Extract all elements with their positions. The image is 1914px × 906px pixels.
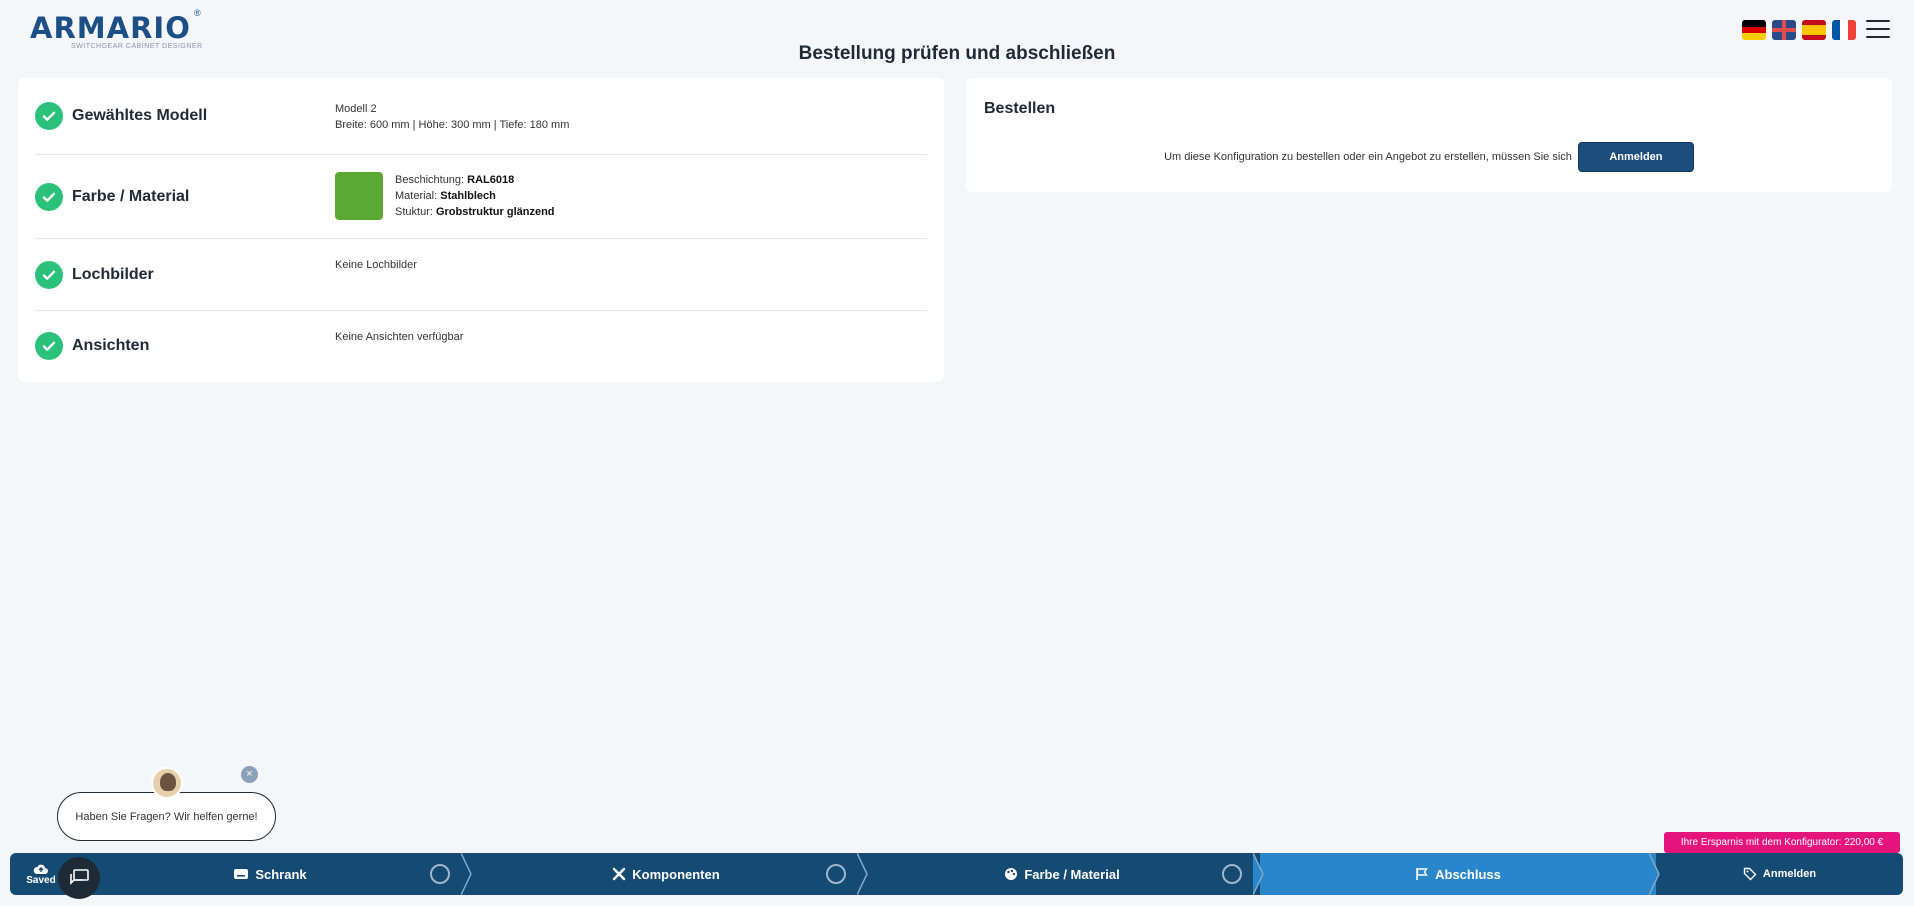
step-done-check-icon xyxy=(1222,864,1242,884)
review-label: Farbe / Material xyxy=(72,187,190,205)
chat-close-icon[interactable]: × xyxy=(241,766,258,783)
step-abschluss[interactable]: Abschluss xyxy=(1260,853,1660,895)
chat-launcher-button[interactable] xyxy=(58,857,100,899)
logo-wordmark: ARMARIO xyxy=(30,11,191,45)
check-circle-icon xyxy=(35,182,63,211)
step-separator xyxy=(461,853,472,895)
check-circle-icon xyxy=(35,260,63,289)
material-label: Material: xyxy=(395,190,438,202)
logo-registered-mark: ® xyxy=(194,8,201,18)
check-circle-icon xyxy=(35,102,63,130)
review-row-model: Gewähltes Modell Modell 2 Breite: 600 mm… xyxy=(35,78,927,155)
color-swatch xyxy=(335,172,383,220)
review-label: Ansichten xyxy=(72,337,150,354)
page-title: Bestellung prüfen und abschließen xyxy=(798,43,1116,64)
step-anmelden[interactable]: Anmelden xyxy=(1656,853,1903,895)
tools-icon xyxy=(613,867,626,881)
model-name: Modell 2 xyxy=(335,103,377,115)
cloud-upload-icon xyxy=(33,864,48,874)
review-value: Keine Lochbilder xyxy=(335,259,417,271)
step-label: Anmelden xyxy=(1762,868,1817,880)
review-label: Lochbilder xyxy=(72,265,154,283)
order-title: Bestellen xyxy=(984,100,1056,117)
chat-bubble[interactable]: Haben Sie Fragen? Wir helfen gerne! xyxy=(57,792,276,841)
menu-icon[interactable] xyxy=(1866,20,1890,38)
review-card: Gewähltes Modell Modell 2 Breite: 600 mm… xyxy=(18,78,944,382)
structure-label: Stuktur: xyxy=(395,206,433,218)
order-login-message: Um diese Konfiguration zu bestellen oder… xyxy=(1164,151,1572,163)
flag-en-icon[interactable] xyxy=(1772,20,1796,40)
tag-icon xyxy=(1743,867,1757,881)
palette-icon xyxy=(1005,868,1018,880)
check-circle-icon xyxy=(35,332,63,360)
step-done-check-icon xyxy=(430,864,450,884)
flag-fr-icon[interactable] xyxy=(1832,20,1856,40)
step-label: Farbe / Material xyxy=(1024,866,1120,882)
language-switcher xyxy=(1742,20,1856,40)
coating-value: RAL6018 xyxy=(467,174,515,186)
flag-de-icon[interactable] xyxy=(1742,20,1766,40)
color-details: Beschichtung: RAL6018 Material: Stahlble… xyxy=(395,172,555,238)
step-separator xyxy=(857,853,868,895)
review-row-holes: Lochbilder Keine Lochbilder xyxy=(35,239,927,311)
step-schrank[interactable]: Schrank xyxy=(72,853,472,895)
review-value: Modell 2 Breite: 600 mm | Höhe: 300 mm |… xyxy=(335,78,569,154)
step-farbe-material[interactable]: Farbe / Material xyxy=(864,853,1264,895)
flag-icon xyxy=(1416,868,1428,880)
step-separator xyxy=(1649,853,1660,895)
saved-label: Saved xyxy=(26,874,56,886)
savings-badge: Ihre Ersparnis mit dem Konfigurator: 220… xyxy=(1664,832,1900,853)
chat-icon xyxy=(70,869,89,885)
material-value: Stahlblech xyxy=(440,190,496,202)
step-komponenten[interactable]: Komponenten xyxy=(468,853,868,895)
structure-value: Grobstruktur glänzend xyxy=(435,206,555,218)
step-separator xyxy=(1253,853,1264,895)
step-label: Schrank xyxy=(255,866,307,882)
order-card: Bestellen Um diese Konfiguration zu best… xyxy=(966,78,1892,192)
review-value: Keine Ansichten verfügbar xyxy=(335,331,464,343)
model-dimensions: Breite: 600 mm | Höhe: 300 mm | Tiefe: 1… xyxy=(335,119,570,131)
step-bar: Saved Schrank Komponenten Farbe / Materi… xyxy=(10,853,1903,895)
flag-es-icon[interactable] xyxy=(1802,20,1826,40)
step-label: Abschluss xyxy=(1435,866,1501,882)
login-button[interactable]: Anmelden xyxy=(1577,142,1694,172)
support-avatar xyxy=(151,767,183,799)
coating-label: Beschichtung: xyxy=(395,174,465,186)
step-label: Komponenten xyxy=(632,866,720,882)
step-done-check-icon xyxy=(826,864,846,884)
review-label: Gewähltes Modell xyxy=(72,107,208,124)
review-row-color: Farbe / Material Beschichtung: RAL6018 M… xyxy=(35,155,927,239)
review-row-views: Ansichten Keine Ansichten verfügbar xyxy=(35,311,927,381)
keyboard-icon xyxy=(234,869,249,879)
